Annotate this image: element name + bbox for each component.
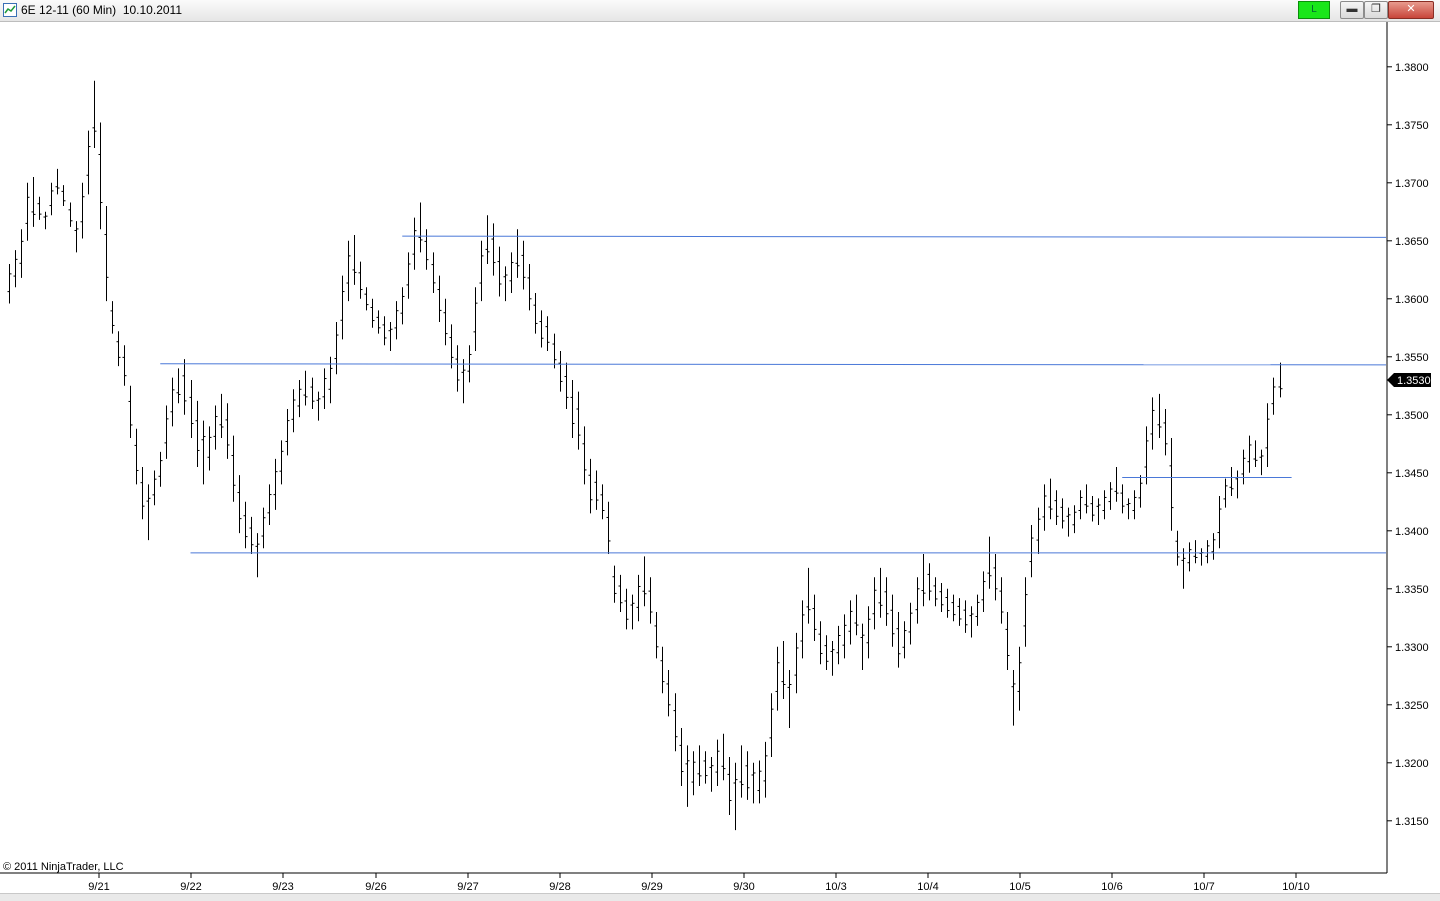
time-tick-label: 9/28 <box>549 881 570 893</box>
price-tick-label: 1.3450 <box>1395 468 1429 480</box>
price-tick-label: 1.3150 <box>1395 816 1429 828</box>
time-tick-label: 9/27 <box>457 881 478 893</box>
price-tick-label: 1.3200 <box>1395 758 1429 770</box>
price-tick-label: 1.3400 <box>1395 526 1429 538</box>
price-tick-label: 1.3800 <box>1395 62 1429 74</box>
price-tick-label: 1.3550 <box>1395 352 1429 364</box>
price-tick-label: 1.3500 <box>1395 410 1429 422</box>
time-tick-label: 9/22 <box>180 881 201 893</box>
time-tick-label: 10/6 <box>1101 881 1122 893</box>
price-tick-label: 1.3300 <box>1395 642 1429 654</box>
time-tick-label: 10/3 <box>825 881 846 893</box>
copyright-text: © 2011 NinjaTrader, LLC <box>3 861 124 873</box>
time-tick-label: 10/10 <box>1282 881 1310 893</box>
time-tick-label: 9/26 <box>365 881 386 893</box>
window-titlebar: 6E 12-11 (60 Min) 10.10.2011 L ▬ ❐ ✕ <box>0 0 1440 22</box>
time-tick-label: 9/29 <box>641 881 662 893</box>
minimize-icon[interactable]: ▬ <box>1340 1 1364 19</box>
price-chart[interactable]: 1.3800 1.3750 1.3700 1.3650 1.3600 1.3550 1.35… <box>0 22 1440 893</box>
live-badge[interactable]: L <box>1298 1 1330 19</box>
time-tick-label: 9/21 <box>88 881 109 893</box>
time-tick-label: 9/23 <box>272 881 293 893</box>
chart-app-icon <box>3 3 17 17</box>
close-icon[interactable]: ✕ <box>1388 1 1434 19</box>
price-tick-label: 1.3750 <box>1395 120 1429 132</box>
window-title: 6E 12-11 (60 Min) 10.10.2011 <box>21 3 182 17</box>
chart-background <box>0 22 1440 893</box>
price-tick-label: 1.3250 <box>1395 700 1429 712</box>
price-tick-label: 1.3650 <box>1395 236 1429 248</box>
time-tick-label: 9/30 <box>733 881 754 893</box>
price-tick-label: 1.3350 <box>1395 584 1429 596</box>
time-tick-label: 10/7 <box>1193 881 1214 893</box>
last-price-marker: 1.3530 <box>1387 373 1431 387</box>
time-tick-label: 10/4 <box>917 881 938 893</box>
price-tick-label: 1.3600 <box>1395 294 1429 306</box>
maximize-icon[interactable]: ❐ <box>1364 1 1388 19</box>
time-tick-label: 10/5 <box>1009 881 1030 893</box>
last-price-label: 1.3530 <box>1397 375 1431 387</box>
price-tick-label: 1.3700 <box>1395 178 1429 190</box>
